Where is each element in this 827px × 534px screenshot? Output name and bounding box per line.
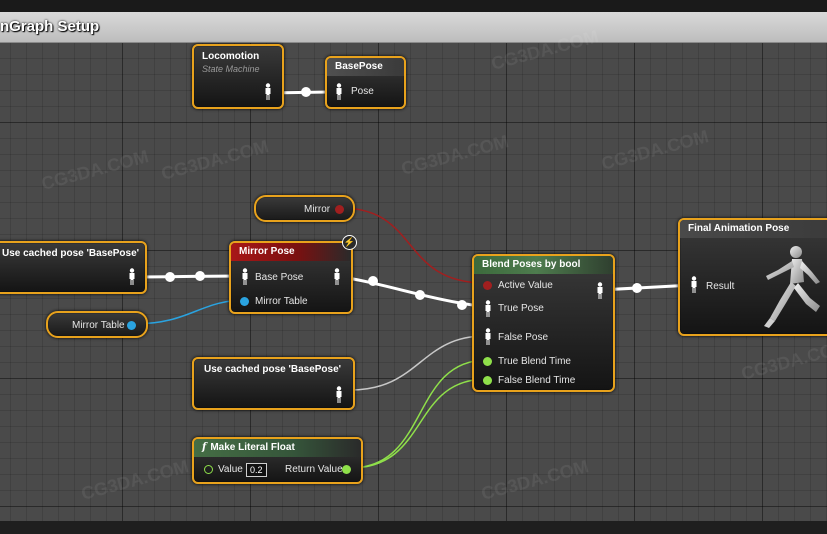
- pin-label: False Blend Time: [498, 375, 576, 386]
- pose-pin-icon[interactable]: [335, 386, 343, 404]
- node-header: BasePose: [327, 58, 404, 76]
- lightning-icon: ⚡: [342, 235, 357, 250]
- true-blend-time-pin[interactable]: [483, 357, 492, 366]
- make-literal-float-node[interactable]: f Make Literal Float Value 0.2 Return Val…: [192, 437, 363, 484]
- pin-label: Mirror Table: [255, 296, 308, 307]
- pose-pin-icon[interactable]: [484, 328, 492, 346]
- node-subtitle: State Machine: [202, 64, 260, 74]
- basepose-node[interactable]: BasePose Pose: [325, 56, 406, 109]
- pin-label: Active Value: [498, 280, 553, 291]
- wire-float-true: [349, 359, 488, 469]
- variable-label: Mirror Table: [72, 320, 125, 331]
- cached-pose-left-node[interactable]: Use cached pose 'BasePose': [0, 241, 147, 294]
- node-header: Blend Poses by bool: [474, 256, 613, 274]
- wire-knot: [165, 272, 175, 282]
- pin-label: Base Pose: [255, 272, 304, 283]
- node-title: Blend Poses by bool: [482, 259, 581, 270]
- pin-label: Pose: [351, 86, 374, 97]
- pose-output-pin-icon[interactable]: [333, 268, 341, 286]
- wire-float-false: [349, 378, 488, 469]
- pin-label: True Blend Time: [498, 356, 571, 367]
- node-title: Locomotion: [202, 51, 260, 62]
- node-title: Mirror Pose: [239, 246, 295, 257]
- return-value-pin[interactable]: [342, 465, 351, 474]
- final-animation-pose-node[interactable]: Final Animation Pose Result: [678, 218, 827, 336]
- node-header: f Make Literal Float: [194, 439, 361, 457]
- node-title: BasePose: [335, 61, 383, 72]
- wire-knot: [632, 283, 642, 293]
- pin-label: False Pose: [498, 332, 549, 343]
- cached-pose-mid-node[interactable]: Use cached pose 'BasePose': [192, 357, 355, 410]
- false-blend-time-pin[interactable]: [483, 376, 492, 385]
- node-header: Mirror Pose: [231, 243, 351, 261]
- node-title: Final Animation Pose: [688, 223, 790, 234]
- pose-pin-icon[interactable]: [241, 268, 249, 286]
- pose-pin-icon[interactable]: [335, 83, 343, 101]
- node-title: Use cached pose 'BasePose': [2, 248, 140, 259]
- node-title: Make Literal Float: [210, 442, 295, 453]
- pose-pin-icon[interactable]: [690, 276, 698, 294]
- pin-label: Result: [706, 281, 735, 292]
- wire-knot: [368, 276, 378, 286]
- mirror-table-out-pin[interactable]: [127, 321, 136, 330]
- pose-output-pin-icon[interactable]: [596, 282, 604, 300]
- wire-mirror-active: [340, 207, 486, 284]
- value-input-pin[interactable]: [204, 465, 213, 474]
- mirror-table-pin[interactable]: [240, 297, 249, 306]
- active-value-pin[interactable]: [483, 281, 492, 290]
- pin-label: True Pose: [498, 303, 544, 314]
- mirror-variable-node[interactable]: Mirror: [254, 195, 355, 222]
- node-title: Use cached pose 'BasePose': [204, 364, 342, 375]
- blend-poses-node[interactable]: Blend Poses by bool Active Value True Po…: [472, 254, 615, 392]
- pose-pin-icon[interactable]: [264, 83, 272, 101]
- pin-label: Value: [218, 464, 243, 475]
- wire-knot: [195, 271, 205, 281]
- mirror-pose-node[interactable]: Mirror Pose Base Pose Mirror Table: [229, 241, 353, 314]
- bool-pin[interactable]: [335, 205, 344, 214]
- node-header: Final Animation Pose: [680, 220, 827, 238]
- mirror-table-variable-node[interactable]: Mirror Table: [46, 311, 148, 338]
- wire-knot: [301, 87, 311, 97]
- wire-knot: [415, 290, 425, 300]
- locomotion-node[interactable]: Locomotion State Machine: [192, 44, 284, 109]
- variable-label: Mirror: [304, 204, 331, 215]
- value-input[interactable]: 0.2: [246, 463, 267, 477]
- wire-knot: [457, 300, 467, 310]
- pin-label: Return Value: [285, 464, 343, 475]
- mannequin-icon: [764, 246, 820, 328]
- pose-pin-icon[interactable]: [128, 268, 136, 286]
- pose-pin-icon[interactable]: [484, 300, 492, 318]
- function-icon: f: [202, 442, 207, 453]
